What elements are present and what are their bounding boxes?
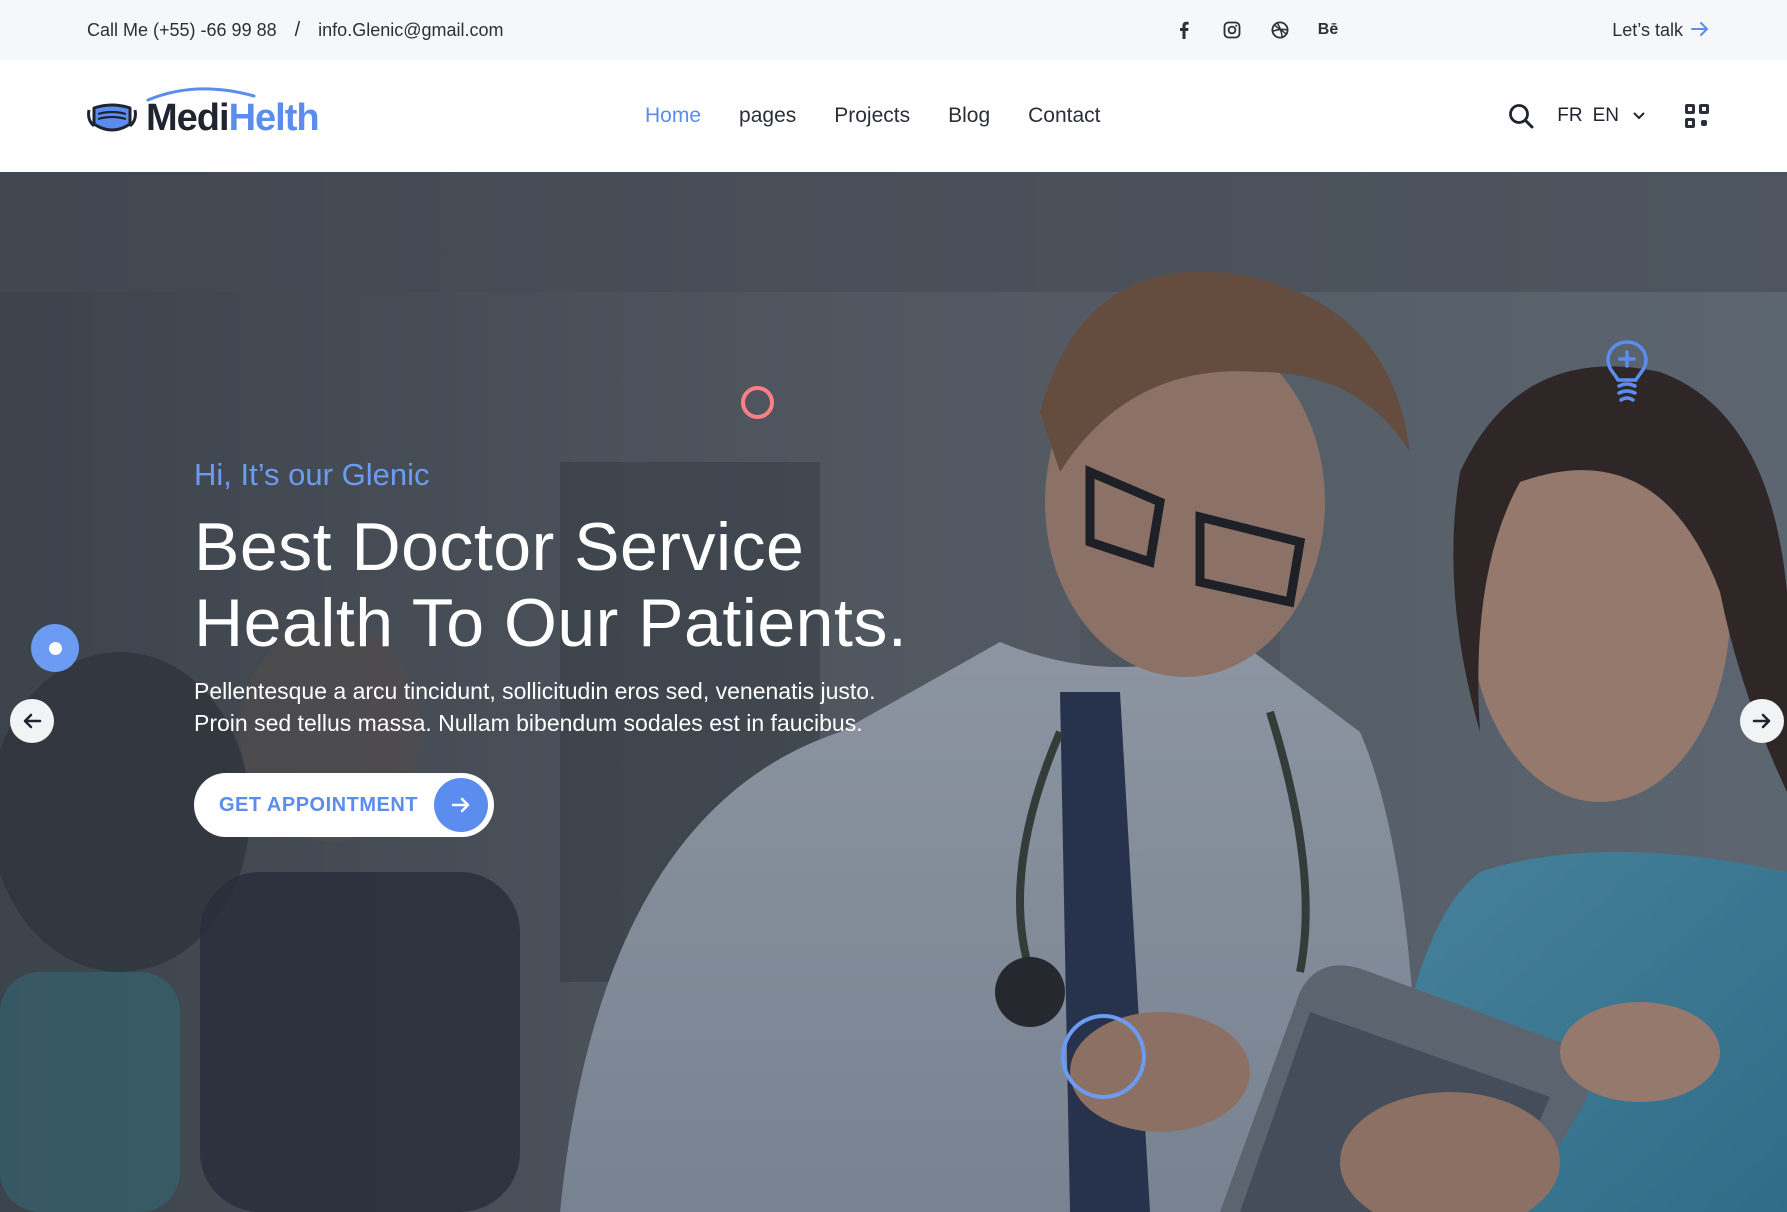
nav-item-blog[interactable]: Blog xyxy=(948,104,990,128)
facebook-icon[interactable] xyxy=(1172,18,1196,42)
hero-title-line1: Best Doctor Service xyxy=(194,509,805,585)
arrow-right-icon xyxy=(1752,713,1771,729)
contact-info: Call Me (+55) -66 99 88 / info.Glenic@gm… xyxy=(87,0,504,60)
floating-dot xyxy=(31,624,79,672)
arrow-right-icon xyxy=(1691,19,1709,42)
site-logo[interactable]: Medi Helth xyxy=(86,87,320,146)
language-switcher[interactable]: FR EN xyxy=(1557,105,1645,127)
hero-desc-line2: Proin sed tellus massa. Nullam bibendum … xyxy=(194,710,863,736)
hero-slider: Hi, It’s our Glenic Best Doctor Service … xyxy=(0,172,1787,1212)
lang-option-en[interactable]: EN xyxy=(1593,105,1619,127)
hero-content: Hi, It’s our Glenic Best Doctor Service … xyxy=(194,457,994,837)
hero-tagline: Hi, It’s our Glenic xyxy=(194,457,430,492)
dribbble-icon[interactable] xyxy=(1268,18,1292,42)
hero-title-line2: Health To Our Patients. xyxy=(194,585,908,661)
qr-square xyxy=(1701,120,1707,126)
arrow-left-icon xyxy=(23,713,42,729)
mask-logo-icon xyxy=(87,103,137,132)
nav-item-pages[interactable]: pages xyxy=(739,104,796,128)
get-appointment-button[interactable]: GET APPOINTMENT xyxy=(194,773,494,837)
top-bar: Call Me (+55) -66 99 88 / info.Glenic@gm… xyxy=(0,0,1787,60)
hero-title: Best Doctor Service Health To Our Patien… xyxy=(194,509,994,661)
chevron-down-icon xyxy=(1633,112,1645,120)
phone-link[interactable]: Call Me (+55) -66 99 88 xyxy=(87,20,277,41)
floating-dot-center xyxy=(48,641,62,655)
nav-item-home[interactable]: Home xyxy=(645,104,701,128)
nav-item-contact[interactable]: Contact xyxy=(1028,104,1100,128)
lightbulb-icon xyxy=(1606,340,1648,402)
lang-option-fr[interactable]: FR xyxy=(1557,105,1582,127)
behance-icon[interactable]: Bē xyxy=(1316,18,1340,42)
hero-desc-line1: Pellentesque a arcu tincidunt, sollicitu… xyxy=(194,678,876,704)
main-header: Medi Helth Home pages Projects Blog Conta… xyxy=(0,60,1787,172)
main-nav: Home pages Projects Blog Contact xyxy=(645,60,1101,172)
qr-menu-icon[interactable] xyxy=(1685,104,1709,128)
lets-talk-link[interactable]: Let’s talk xyxy=(1612,0,1709,60)
decorative-ring-red xyxy=(741,386,774,419)
qr-square xyxy=(1685,104,1695,114)
slider-prev-button[interactable] xyxy=(10,699,54,743)
hero-description: Pellentesque a arcu tincidunt, sollicitu… xyxy=(194,675,954,739)
arrow-right-icon xyxy=(434,778,488,832)
nav-item-projects[interactable]: Projects xyxy=(834,104,910,128)
email-link[interactable]: info.Glenic@gmail.com xyxy=(318,20,503,41)
qr-square xyxy=(1699,104,1709,114)
contact-separator: / xyxy=(294,18,301,41)
slider-next-button[interactable] xyxy=(1740,699,1784,743)
qr-square xyxy=(1685,118,1695,128)
social-links: Bē xyxy=(1172,0,1340,60)
search-icon[interactable] xyxy=(1507,102,1535,130)
get-appointment-label: GET APPOINTMENT xyxy=(219,793,418,816)
lets-talk-label: Let’s talk xyxy=(1612,19,1683,40)
instagram-icon[interactable] xyxy=(1220,18,1244,42)
decorative-ring-blue xyxy=(1061,1014,1146,1099)
logo-swoosh xyxy=(146,87,256,102)
header-actions: FR EN xyxy=(1507,60,1709,172)
